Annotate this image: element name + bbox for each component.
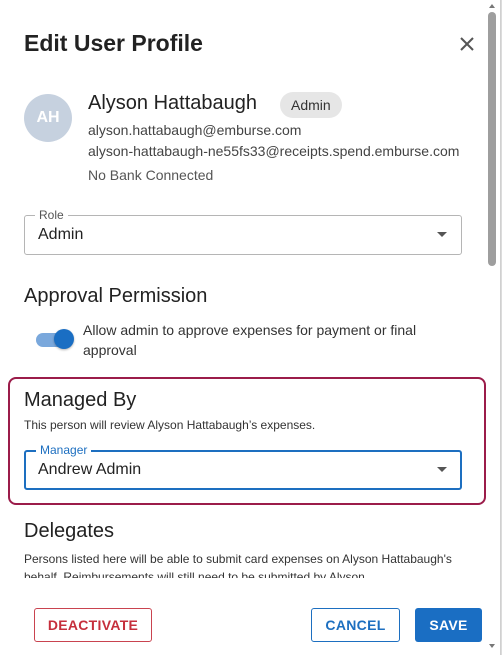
receipts-email: alyson-hattabaugh-ne55fs33@receipts.spen… xyxy=(88,143,460,159)
dropdown-arrow-icon xyxy=(437,232,447,237)
dialog-title: Edit User Profile xyxy=(24,30,203,56)
role-badge: Admin xyxy=(280,92,342,118)
managed-by-title: Managed By xyxy=(24,389,137,411)
close-icon[interactable] xyxy=(456,33,478,55)
user-name: Alyson Hattabaugh xyxy=(88,92,258,114)
edit-user-profile-dialog: Edit User Profile AH Alyson Hattabaugh A… xyxy=(0,0,501,655)
manager-value: Andrew Admin xyxy=(38,461,142,478)
managed-by-description: This person will review Alyson Hattabaug… xyxy=(24,418,316,432)
scroll-up-arrow-icon[interactable] xyxy=(489,4,495,8)
bank-status: No Bank Connected xyxy=(88,167,214,183)
delegates-title: Delegates xyxy=(24,520,115,542)
approval-toggle-label: Allow admin to approve expenses for paym… xyxy=(83,322,417,358)
role-label: Role xyxy=(35,208,68,222)
role-select[interactable]: Role Admin xyxy=(24,208,462,255)
manager-select[interactable]: Manager Andrew Admin xyxy=(24,443,462,490)
delegates-description: Persons listed here will be able to subm… xyxy=(24,552,452,578)
approval-permission-title: Approval Permission xyxy=(24,285,208,307)
save-button[interactable]: SAVE xyxy=(415,608,482,642)
cancel-button[interactable]: CANCEL xyxy=(311,608,400,642)
toggle-thumb xyxy=(54,329,74,349)
scroll-down-arrow-icon[interactable] xyxy=(489,644,495,648)
approval-toggle[interactable] xyxy=(36,328,74,350)
scrollbar[interactable] xyxy=(486,0,498,655)
scroll-thumb[interactable] xyxy=(488,12,496,266)
avatar: AH xyxy=(24,94,72,142)
user-email: alyson.hattabaugh@emburse.com xyxy=(88,122,302,138)
deactivate-button[interactable]: DEACTIVATE xyxy=(34,608,152,642)
dropdown-arrow-icon xyxy=(437,467,447,472)
dialog-footer: DEACTIVATE CANCEL SAVE xyxy=(0,580,500,655)
manager-label: Manager xyxy=(36,443,92,457)
role-value: Admin xyxy=(38,226,84,243)
